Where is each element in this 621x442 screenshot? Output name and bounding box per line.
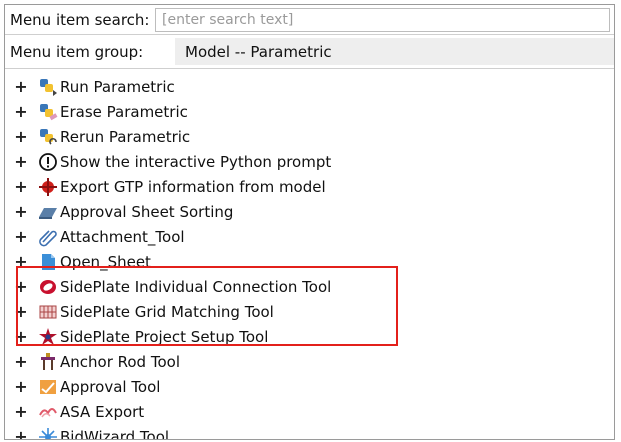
tree-item-approval-tool[interactable]: + Approval Tool: [5, 374, 425, 399]
tree-item-asa-export[interactable]: + ASA Export: [5, 399, 425, 424]
info-circle-icon: [38, 152, 58, 172]
tree-item-export-gtp[interactable]: + Export GTP information from model: [5, 174, 425, 199]
tree-item-approval-sheet-sorting[interactable]: + Approval Sheet Sorting: [5, 199, 425, 224]
expand-icon[interactable]: +: [14, 102, 28, 121]
approval-icon: [38, 377, 58, 397]
expand-icon[interactable]: +: [14, 152, 28, 171]
tree-item-python-prompt[interactable]: + Show the interactive Python prompt: [5, 149, 425, 174]
group-select[interactable]: Model -- Parametric: [175, 38, 614, 65]
sheet-stack-icon: [38, 202, 58, 222]
target-icon: [38, 177, 58, 197]
python-rerun-icon: [38, 127, 58, 147]
expand-icon[interactable]: +: [14, 177, 28, 196]
group-row: Menu item group: Model -- Parametric: [5, 36, 614, 69]
expand-icon[interactable]: +: [14, 227, 28, 246]
expand-icon[interactable]: +: [14, 202, 28, 221]
tree-item-anchor-rod[interactable]: + Anchor Rod Tool: [5, 349, 425, 374]
python-run-icon: [38, 77, 58, 97]
tree-item-attachment-tool[interactable]: + Attachment_Tool: [5, 224, 425, 249]
expand-icon[interactable]: +: [14, 127, 28, 146]
anchor-rod-icon: [38, 352, 58, 372]
python-erase-icon: [38, 102, 58, 122]
menu-item-dialog: Menu item search: Menu item group: Model…: [4, 4, 615, 440]
tree-item-rerun-parametric[interactable]: + Rerun Parametric: [5, 124, 425, 149]
expand-icon[interactable]: +: [14, 427, 28, 439]
tree-item-erase-parametric[interactable]: + Erase Parametric: [5, 99, 425, 124]
search-row: Menu item search:: [5, 5, 614, 35]
menu-tree: + Run Parametric + Erase Parametric + Re…: [5, 71, 614, 439]
asa-export-icon: [38, 402, 58, 422]
bidwizard-icon: [38, 427, 58, 439]
search-input[interactable]: [155, 8, 610, 32]
search-label: Menu item search:: [10, 11, 150, 29]
expand-icon[interactable]: +: [14, 77, 28, 96]
expand-icon[interactable]: +: [14, 352, 28, 371]
expand-icon[interactable]: +: [14, 377, 28, 396]
expand-icon[interactable]: +: [14, 402, 28, 421]
sideplate-highlight-box: [16, 266, 398, 346]
paperclip-icon: [38, 227, 58, 247]
tree-item-bidwizard[interactable]: + BidWizard Tool: [5, 424, 425, 439]
tree-item-run-parametric[interactable]: + Run Parametric: [5, 74, 425, 99]
group-label: Menu item group:: [10, 43, 144, 61]
